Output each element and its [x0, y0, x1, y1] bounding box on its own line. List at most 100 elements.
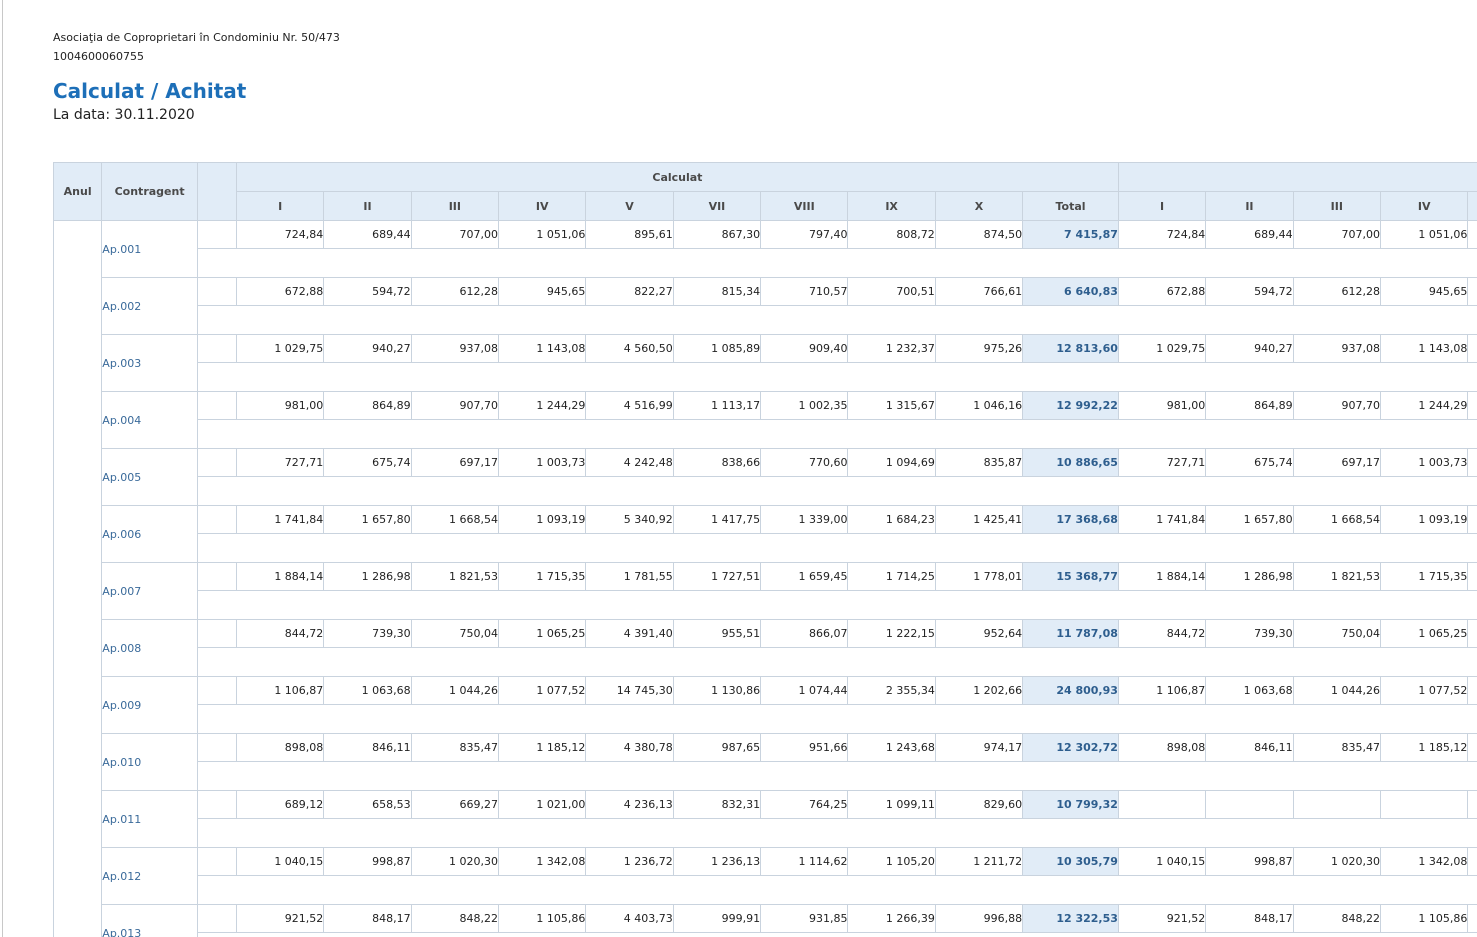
report-page: Asociaţia de Coproprietari în Condominiu…: [2, 0, 1477, 937]
report-table-container[interactable]: Anul Contragent Calculat I II III IV V VII VII…: [53, 162, 1477, 937]
row-total-cell: 12 302,72: [1022, 733, 1119, 762]
achitat-value-cell: 937,08: [1292, 334, 1381, 363]
achitat-value-cell: 998,87: [1205, 847, 1294, 876]
calculat-value-cell: 808,72: [847, 220, 936, 249]
blank-cell: [196, 676, 237, 705]
column-header-calculat-month[interactable]: IX: [847, 191, 936, 221]
column-header-total[interactable]: Total: [1022, 191, 1119, 221]
contragent-name[interactable]: Ap.009: [101, 676, 198, 734]
calculat-value-cell: 1 781,55: [585, 562, 674, 591]
contragent-name[interactable]: Ap.006: [101, 505, 198, 563]
achitat-value-cell: [1205, 790, 1294, 819]
contragent-name[interactable]: Ap.001: [101, 220, 198, 278]
contragent-name[interactable]: Ap.011: [101, 790, 198, 848]
row-total-cell: 6 640,83: [1022, 277, 1119, 306]
blank-cell: [196, 619, 237, 648]
contragent-name[interactable]: Ap.010: [101, 733, 198, 791]
contragent-name[interactable]: Ap.004: [101, 391, 198, 449]
calculat-value-cell: 1 085,89: [672, 334, 762, 363]
calculat-value-cell: 1 130,86: [672, 676, 762, 705]
achitat-value-cell: 594,72: [1205, 277, 1294, 306]
table-row-spacer: [54, 305, 1477, 335]
calculat-value-cell: 1 051,06: [498, 220, 587, 249]
achitat-value-cell: 945,65: [1379, 277, 1469, 306]
contragent-name[interactable]: Ap.003: [101, 334, 198, 392]
achitat-value-cell: 864,89: [1205, 391, 1294, 420]
calculat-value-cell: 1 236,72: [585, 847, 674, 876]
column-header-achitat-month[interactable]: I: [1117, 191, 1207, 221]
calculat-value-cell: 921,52: [235, 904, 325, 933]
achitat-value-cell: 4: [1467, 733, 1477, 762]
row-total-cell: 12 813,60: [1022, 334, 1119, 363]
column-header-calculat-month[interactable]: IV: [498, 191, 587, 221]
table-row-spacer: [54, 476, 1477, 506]
column-header-contragent[interactable]: Contragent: [101, 162, 198, 221]
contragent-name[interactable]: Ap.002: [101, 277, 198, 335]
calculat-value-cell: 844,72: [235, 619, 325, 648]
calculat-value-cell: 594,72: [323, 277, 412, 306]
achitat-value-cell: 14: [1467, 676, 1477, 705]
row-spacer-cell: [196, 305, 1477, 335]
achitat-value-cell: 4: [1467, 391, 1477, 420]
achitat-value-cell: 848,17: [1205, 904, 1294, 933]
calculat-value-cell: 1 105,86: [498, 904, 587, 933]
blank-cell: [196, 391, 237, 420]
group-header-calculat: Calculat: [235, 162, 1119, 192]
calculat-value-cell: 689,12: [235, 790, 325, 819]
calculat-value-cell: 739,30: [323, 619, 412, 648]
contragent-name[interactable]: Ap.007: [101, 562, 198, 620]
calculat-value-cell: 750,04: [410, 619, 500, 648]
achitat-value-cell: 921,52: [1117, 904, 1207, 933]
achitat-value-cell: 835,47: [1292, 733, 1381, 762]
table-row-spacer: [54, 590, 1477, 620]
achitat-value-cell: [1467, 790, 1477, 819]
calculat-value-cell: 1 668,54: [410, 505, 500, 534]
achitat-value-cell: 1 668,54: [1292, 505, 1381, 534]
row-total-cell: 10 305,79: [1022, 847, 1119, 876]
achitat-value-cell: 848,22: [1292, 904, 1381, 933]
achitat-value-cell: 1 063,68: [1205, 676, 1294, 705]
column-header-achitat-month[interactable]: IV: [1379, 191, 1469, 221]
calculat-value-cell: 955,51: [672, 619, 762, 648]
calculat-value-cell: 1 077,52: [498, 676, 587, 705]
calculat-value-cell: 945,65: [498, 277, 587, 306]
column-header-calculat-month[interactable]: V: [585, 191, 674, 221]
calculat-value-cell: 846,11: [323, 733, 412, 762]
calculat-value-cell: 1 063,68: [323, 676, 412, 705]
calculat-value-cell: 5 340,92: [585, 505, 674, 534]
calculat-value-cell: 764,25: [760, 790, 849, 819]
row-spacer-cell: [196, 533, 1477, 563]
column-header-year[interactable]: Anul: [53, 162, 103, 221]
achitat-value-cell: 727,71: [1117, 448, 1207, 477]
table-row: Ap.006 1 741,84 1 657,80 1 668,54 1 093,19 5 …: [54, 505, 1477, 563]
contragent-name[interactable]: Ap.013: [101, 904, 198, 937]
calculat-value-cell: 1 339,00: [760, 505, 849, 534]
achitat-value-cell: 697,17: [1292, 448, 1381, 477]
column-header-calculat-month[interactable]: VIII: [760, 191, 849, 221]
calculat-value-cell: 974,17: [934, 733, 1024, 762]
column-header-calculat-month[interactable]: X: [934, 191, 1024, 221]
calculat-value-cell: 1 222,15: [847, 619, 936, 648]
column-header-calculat-month[interactable]: I: [235, 191, 325, 221]
column-header-calculat-month[interactable]: III: [410, 191, 500, 221]
calculat-value-cell: 1 727,51: [672, 562, 762, 591]
contragent-name[interactable]: Ap.008: [101, 619, 198, 677]
achitat-value-cell: [1292, 790, 1381, 819]
achitat-value-cell: 4: [1467, 904, 1477, 933]
blank-cell: [196, 277, 237, 306]
column-header-achitat-month[interactable]: III: [1292, 191, 1381, 221]
month-header-row: IIIIIIIVVVIIVIIIIXXTotalIIIIIIIVV: [54, 191, 1477, 221]
table-row-spacer: [54, 704, 1477, 734]
calculat-value-cell: 998,87: [323, 847, 412, 876]
column-header-achitat-month[interactable]: II: [1205, 191, 1294, 221]
blank-cell: [196, 448, 237, 477]
calculat-value-cell: 1 002,35: [760, 391, 849, 420]
row-spacer-cell: [196, 818, 1477, 848]
column-header-calculat-month[interactable]: VII: [672, 191, 762, 221]
row-total-cell: 24 800,93: [1022, 676, 1119, 705]
column-header-calculat-month[interactable]: II: [323, 191, 412, 221]
table-row: Ap.007 1 884,14 1 286,98 1 821,53 1 715,35 1 …: [54, 562, 1477, 620]
column-header-achitat-month[interactable]: V: [1467, 191, 1477, 221]
contragent-name[interactable]: Ap.012: [101, 847, 198, 905]
contragent-name[interactable]: Ap.005: [101, 448, 198, 506]
